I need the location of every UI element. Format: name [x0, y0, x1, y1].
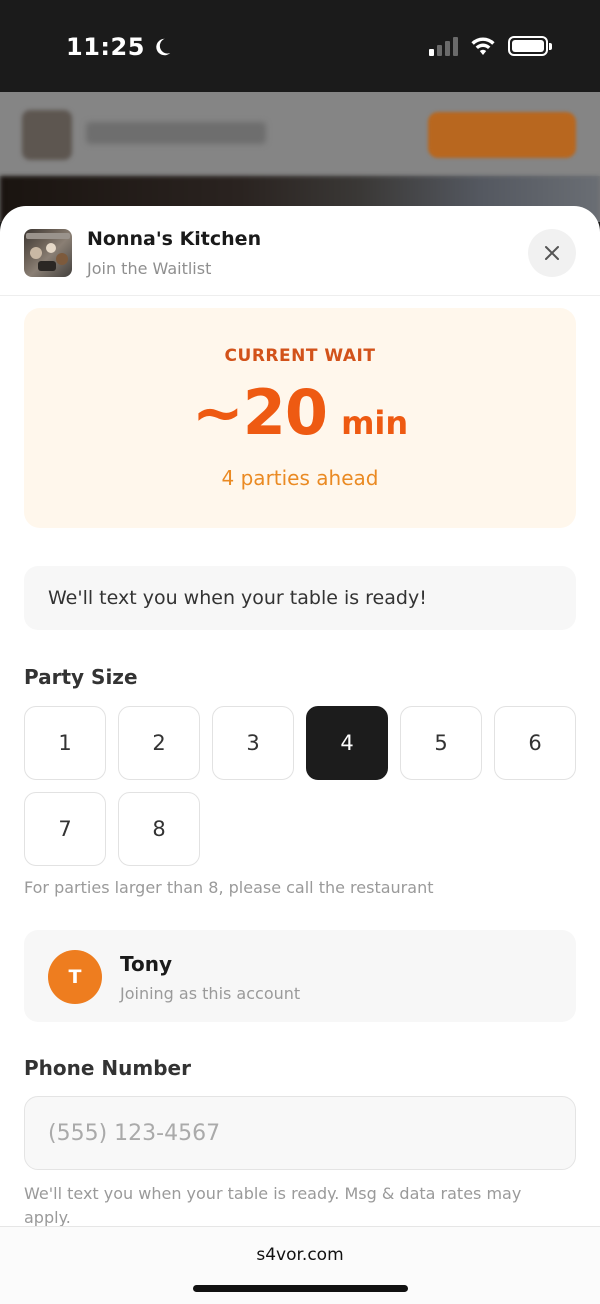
background-order-button [428, 112, 576, 158]
clock-text: 11:25 [66, 33, 145, 61]
restaurant-name: Nonna's Kitchen [87, 228, 262, 250]
account-name: Tony [120, 952, 173, 976]
account-card: T Tony Joining as this account [24, 930, 576, 1022]
signal-icon [429, 36, 458, 56]
phone-number-input[interactable] [24, 1096, 576, 1170]
text-notice-message: We'll text you when your table is ready! [48, 587, 427, 609]
browser-url-bar[interactable]: s4vor.com [0, 1226, 600, 1304]
status-icons [429, 36, 552, 56]
party-size-option-3[interactable]: 3 [212, 706, 294, 780]
home-indicator[interactable] [193, 1285, 408, 1292]
phone-number-note: We'll text you when your table is ready.… [24, 1184, 522, 1227]
account-subtitle: Joining as this account [120, 984, 301, 1003]
url-text: s4vor.com [256, 1245, 344, 1265]
wait-time-value: ~20 [191, 376, 328, 449]
party-size-option-8[interactable]: 8 [118, 792, 200, 866]
status-bar: 11:25 [0, 0, 600, 92]
background-header [0, 92, 600, 176]
party-size-option-5[interactable]: 5 [400, 706, 482, 780]
party-size-note: For parties larger than 8, please call t… [24, 878, 434, 897]
battery-fill [512, 40, 544, 52]
current-wait-card: CURRENT WAIT ~20 min 4 parties ahead [24, 308, 576, 528]
avatar: T [48, 950, 102, 1004]
party-size-option-1[interactable]: 1 [24, 706, 106, 780]
party-size-title: Party Size [24, 665, 138, 689]
battery-icon [508, 36, 552, 56]
waitlist-sheet: Nonna's Kitchen Join the Waitlist CURREN… [0, 206, 600, 1304]
close-button[interactable] [528, 229, 576, 277]
close-icon [545, 246, 559, 260]
background-title [86, 122, 266, 144]
sheet-header: Nonna's Kitchen Join the Waitlist [0, 206, 600, 296]
party-size-option-4[interactable]: 4 [306, 706, 388, 780]
current-wait-label: CURRENT WAIT [224, 346, 376, 366]
background-page [0, 92, 600, 222]
background-thumbnail [22, 110, 72, 160]
parties-ahead: 4 parties ahead [221, 466, 379, 490]
sheet-subtitle: Join the Waitlist [87, 259, 212, 278]
party-size-option-2[interactable]: 2 [118, 706, 200, 780]
moon-icon [156, 38, 171, 56]
phone-number-title: Phone Number [24, 1056, 191, 1080]
party-size-option-7[interactable]: 7 [24, 792, 106, 866]
wait-time-unit: min [341, 404, 409, 442]
text-notice: We'll text you when your table is ready! [24, 566, 576, 630]
wifi-icon [471, 37, 495, 55]
restaurant-thumbnail [24, 229, 72, 277]
party-size-option-6[interactable]: 6 [494, 706, 576, 780]
wait-time: ~20 min [24, 376, 576, 449]
status-time: 11:25 [66, 33, 173, 61]
